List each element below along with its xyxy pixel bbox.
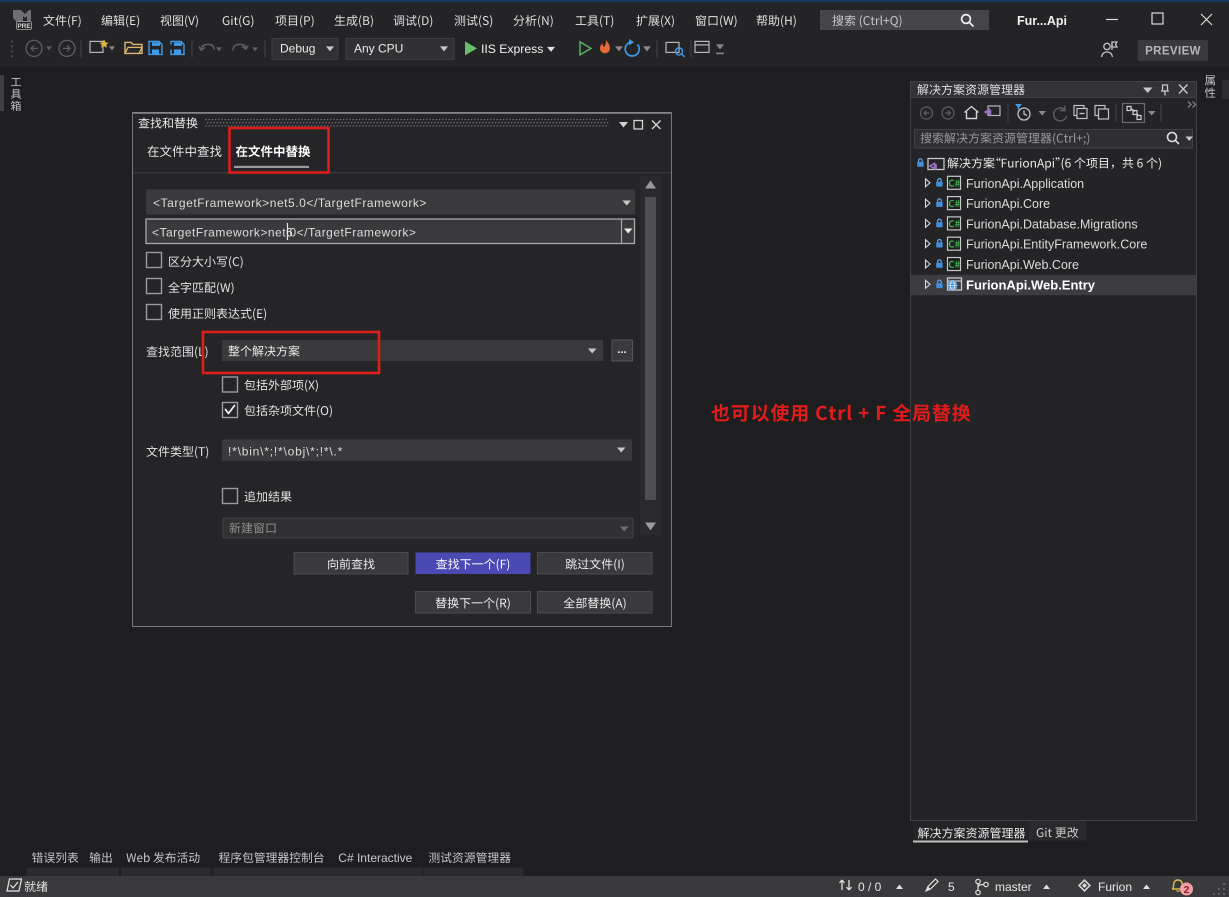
svg-text:0 / 0: 0 / 0: [858, 880, 882, 894]
svg-text:FurionApi.Application: FurionApi.Application: [966, 177, 1084, 191]
svg-text:IIS Express: IIS Express: [481, 42, 543, 56]
svg-text:...: ...: [617, 344, 626, 356]
svg-text:FurionApi.Core: FurionApi.Core: [966, 197, 1050, 211]
svg-text:5: 5: [948, 880, 955, 894]
svg-text:PRE: PRE: [17, 23, 31, 30]
svg-text:FurionApi.Web.Core: FurionApi.Web.Core: [966, 258, 1079, 272]
svg-text:master: master: [995, 880, 1032, 894]
svg-text:Debug: Debug: [280, 41, 315, 55]
svg-text:Furion: Furion: [1098, 880, 1132, 894]
svg-text:C# Interactive: C# Interactive: [338, 851, 412, 865]
svg-text:FurionApi.Web.Entry: FurionApi.Web.Entry: [966, 277, 1096, 292]
svg-text:FurionApi.Database.Migrations: FurionApi.Database.Migrations: [966, 217, 1138, 231]
svg-text:<TargetFramework>net5.0</Targe: <TargetFramework>net5.0</TargetFramework…: [153, 196, 427, 210]
svg-text:FurionApi.EntityFramework.Core: FurionApi.EntityFramework.Core: [966, 238, 1147, 252]
svg-text:!*\bin\*;!*\obj\*;!*\.*: !*\bin\*;!*\obj\*;!*\.*: [228, 445, 343, 459]
svg-text:<TargetFramework>net6: <TargetFramework>net6: [152, 226, 293, 240]
svg-text:0</TargetFramework>: 0</TargetFramework>: [290, 226, 417, 240]
svg-text:Fur...Api: Fur...Api: [1017, 14, 1067, 28]
svg-text:Any CPU: Any CPU: [354, 41, 403, 55]
svg-text:2: 2: [1184, 884, 1190, 896]
svg-text:PREVIEW: PREVIEW: [1145, 46, 1201, 58]
